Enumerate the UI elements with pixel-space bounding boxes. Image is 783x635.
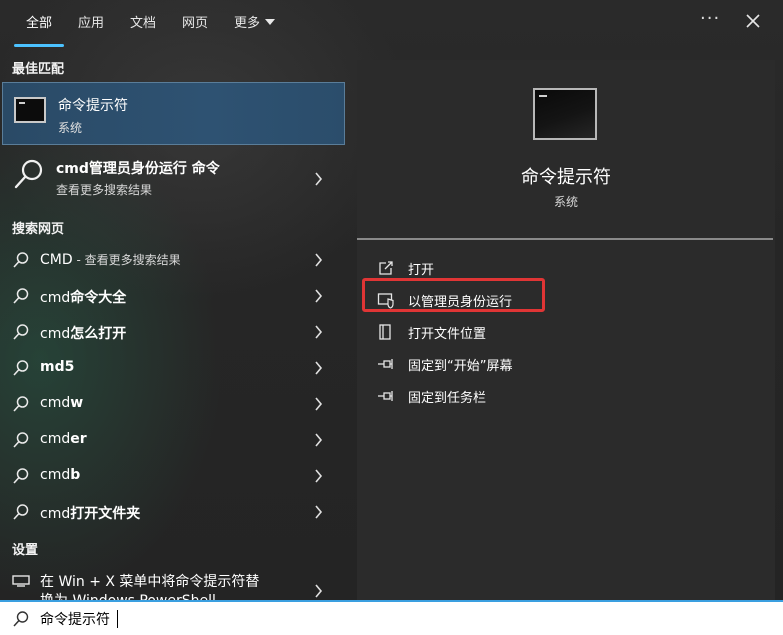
more-options-button[interactable]: ··· xyxy=(700,8,720,29)
chevron-down-icon xyxy=(265,19,276,25)
best-match-title: 命令提示符 xyxy=(58,98,128,114)
best-match-subtitle: 系统 xyxy=(58,121,83,135)
preview-panel: 命令提示符 系统 打开 以管理员身份运行 打开文件位置 固定到“开始”屏幕 固定… xyxy=(357,60,775,600)
search-icon xyxy=(13,360,29,376)
search-icon xyxy=(13,396,29,412)
web-top-title: cmd管理员身份运行 命令 xyxy=(56,161,220,177)
pin-icon xyxy=(378,359,393,369)
search-icon xyxy=(13,252,29,268)
web-result-label: cmdb xyxy=(40,467,81,483)
preview-app-name: 命令提示符 xyxy=(521,167,611,188)
action-label: 打开 xyxy=(408,263,435,278)
search-icon xyxy=(13,432,29,448)
web-result-label: cmd怎么打开 xyxy=(40,326,127,342)
web-result-label: cmd命令大全 xyxy=(40,290,127,306)
pin-icon xyxy=(378,391,393,401)
web-result-label: CMD - 查看更多搜索结果 xyxy=(40,252,181,268)
search-input[interactable] xyxy=(40,608,640,630)
web-search-top-result[interactable]: cmd管理员身份运行 命令 查看更多搜索结果 xyxy=(0,150,345,206)
search-icon xyxy=(13,468,29,484)
preview-app-type: 系统 xyxy=(553,195,578,209)
web-result-item[interactable]: cmd命令大全 xyxy=(0,280,345,312)
tab-more-label: 更多 xyxy=(234,16,261,31)
action-label: 固定到任务栏 xyxy=(408,391,487,406)
chevron-right-icon xyxy=(315,397,323,411)
chevron-right-icon xyxy=(315,505,323,519)
settings-result-item[interactable]: 在 Win + X 菜单中将命令提示符替 换为 Windows PowerShe… xyxy=(0,566,345,600)
command-prompt-large-icon xyxy=(533,88,597,140)
chevron-right-icon xyxy=(315,253,323,267)
web-result-item[interactable]: cmd怎么打开 xyxy=(0,316,345,348)
command-prompt-app-icon xyxy=(14,97,46,123)
web-result-item[interactable]: cmder xyxy=(0,424,345,456)
active-tab-indicator xyxy=(14,44,64,47)
settings-label-line1: 在 Win + X 菜单中将命令提示符替 xyxy=(40,574,260,590)
best-match-item[interactable]: 命令提示符 系统 xyxy=(2,82,345,145)
action-label: 打开文件位置 xyxy=(408,327,487,342)
search-icon xyxy=(13,611,29,627)
search-icon xyxy=(13,288,29,304)
annotation-highlight-box xyxy=(362,278,545,312)
web-top-subtitle: 查看更多搜索结果 xyxy=(56,183,153,197)
file-location-icon xyxy=(379,324,391,340)
chevron-right-icon xyxy=(315,325,323,339)
tab-apps[interactable]: 应用 xyxy=(78,13,104,35)
chevron-right-icon xyxy=(315,361,323,375)
search-icon xyxy=(14,159,43,189)
chevron-right-icon xyxy=(315,584,323,598)
web-result-item[interactable]: CMD - 查看更多搜索结果 xyxy=(0,244,345,276)
chevron-right-icon xyxy=(315,433,323,447)
web-result-label: cmd打开文件夹 xyxy=(40,506,141,522)
tab-all[interactable]: 全部 xyxy=(26,13,52,35)
monitor-icon xyxy=(12,575,30,587)
open-icon xyxy=(379,261,393,275)
chevron-right-icon xyxy=(315,469,323,483)
search-icon xyxy=(13,324,29,340)
web-result-item[interactable]: cmd打开文件夹 xyxy=(0,496,345,528)
web-result-label: cmdw xyxy=(40,395,84,411)
chevron-right-icon xyxy=(315,289,323,303)
tab-documents[interactable]: 文档 xyxy=(130,13,156,35)
chevron-right-icon xyxy=(315,172,323,186)
text-cursor xyxy=(117,610,118,628)
tab-web[interactable]: 网页 xyxy=(182,13,208,35)
search-icon xyxy=(13,504,29,520)
search-bar xyxy=(0,600,783,635)
section-settings: 设置 xyxy=(12,543,39,558)
web-result-item[interactable]: md5 xyxy=(0,352,345,384)
action-label: 固定到“开始”屏幕 xyxy=(408,359,513,374)
close-icon[interactable] xyxy=(742,10,764,32)
web-result-label: cmder xyxy=(40,431,87,447)
divider xyxy=(357,238,773,240)
section-best-match: 最佳匹配 xyxy=(12,62,65,77)
section-search-web: 搜索网页 xyxy=(12,222,65,237)
filter-tabs-bar: 全部 应用 文档 网页 更多 ··· xyxy=(0,0,783,48)
web-result-label: md5 xyxy=(40,359,75,375)
web-result-item[interactable]: cmdb xyxy=(0,460,345,492)
web-result-item[interactable]: cmdw xyxy=(0,388,345,420)
settings-label-line2: 换为 Windows PowerShell xyxy=(40,590,216,600)
tab-more[interactable]: 更多 xyxy=(234,13,276,35)
